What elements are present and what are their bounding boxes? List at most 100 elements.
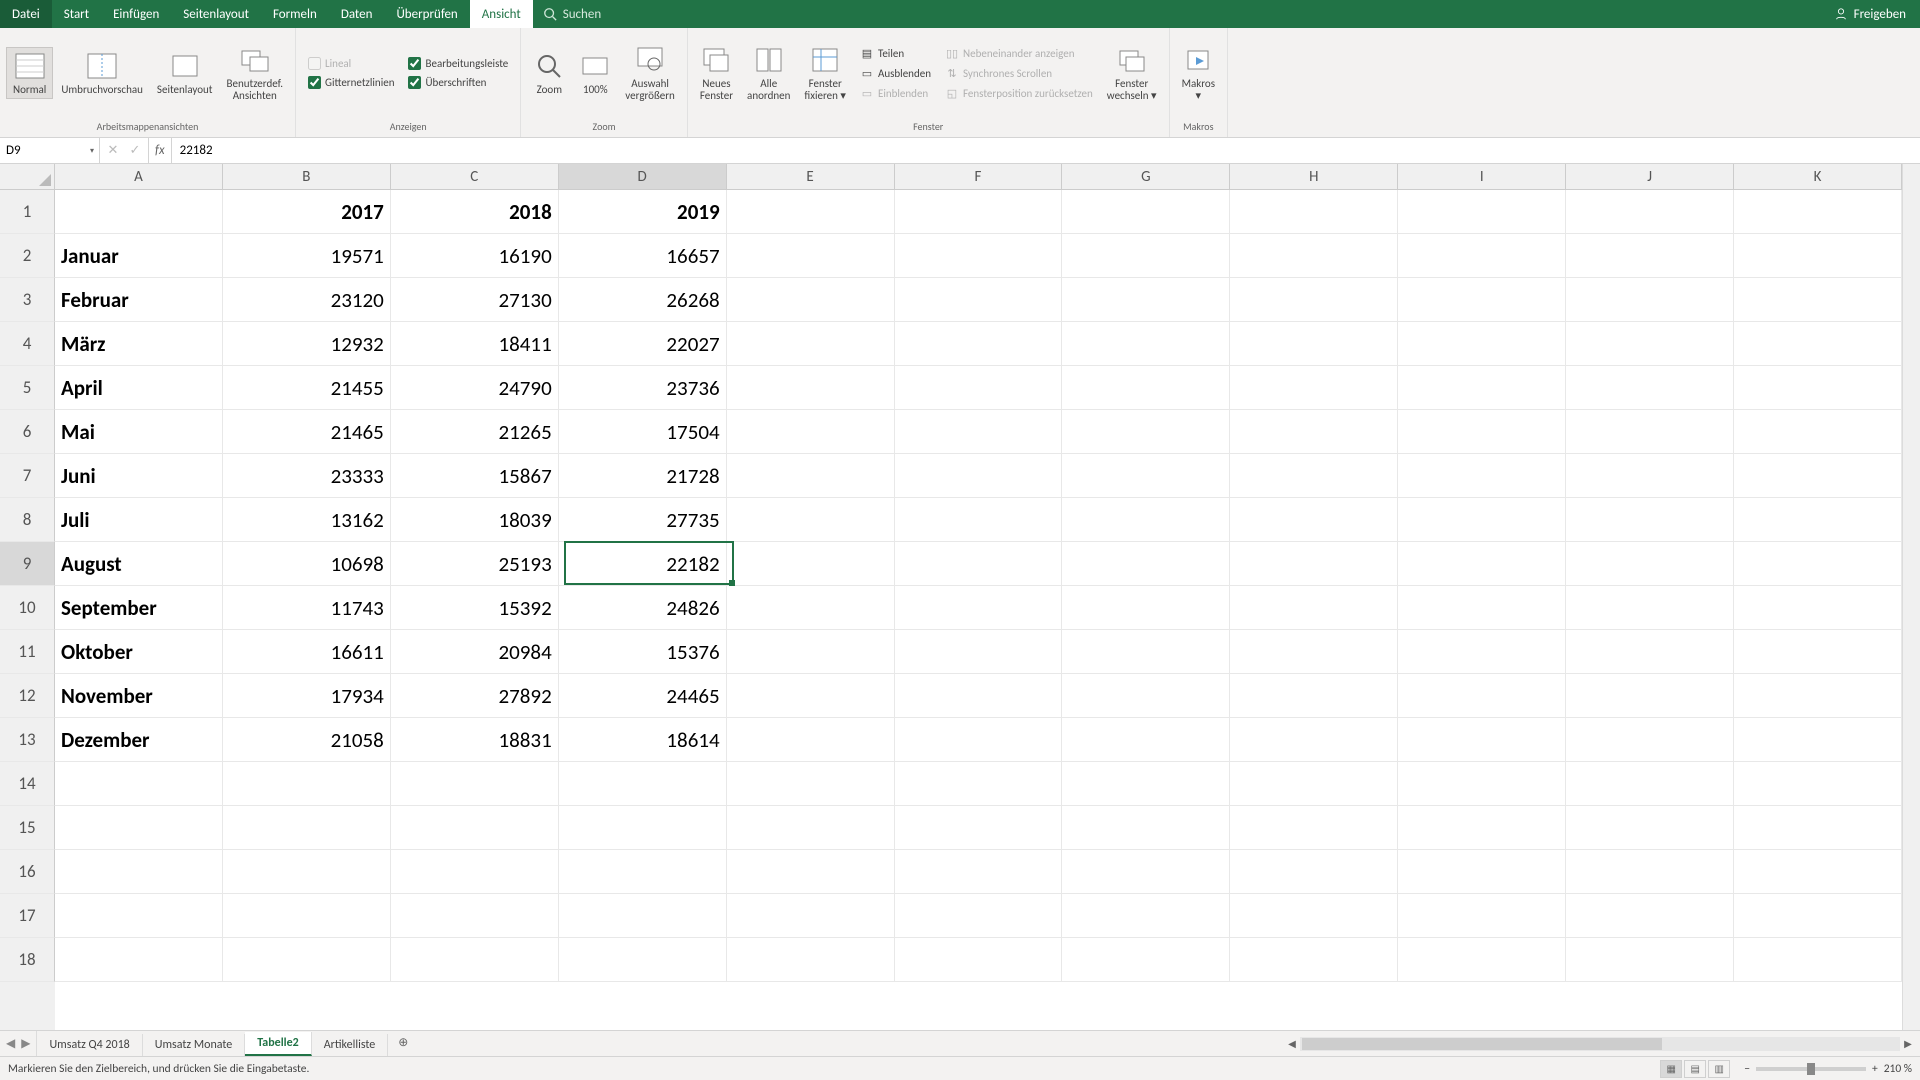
cell-A6[interactable]: Mai [55, 410, 223, 454]
cell-D12[interactable]: 24465 [559, 674, 727, 718]
cell-K10[interactable] [1734, 586, 1902, 630]
chk-formula-bar[interactable]: Bearbeitungsleiste [408, 56, 508, 71]
cell-B12[interactable]: 17934 [223, 674, 391, 718]
cell-F16[interactable] [895, 850, 1063, 894]
btn-arrange-all[interactable]: Alle anordnen [741, 42, 796, 104]
cell-C14[interactable] [391, 762, 559, 806]
cell-E7[interactable] [727, 454, 895, 498]
cell-J9[interactable] [1566, 542, 1734, 586]
cell-B2[interactable]: 19571 [223, 234, 391, 278]
cell-A5[interactable]: April [55, 366, 223, 410]
col-header-H[interactable]: H [1230, 164, 1398, 190]
chk-gridlines[interactable]: Gitternetzlinien [308, 75, 394, 90]
cell-B8[interactable]: 13162 [223, 498, 391, 542]
cell-D15[interactable] [559, 806, 727, 850]
cell-D14[interactable] [559, 762, 727, 806]
cell-H2[interactable] [1230, 234, 1398, 278]
tab-überprüfen[interactable]: Überprüfen [384, 0, 469, 28]
cell-G12[interactable] [1062, 674, 1230, 718]
row-header-8[interactable]: 8 [0, 498, 55, 542]
cell-F11[interactable] [895, 630, 1063, 674]
cell-J15[interactable] [1566, 806, 1734, 850]
cell-C13[interactable]: 18831 [391, 718, 559, 762]
cell-D9[interactable]: 22182 [559, 542, 727, 586]
row-header-2[interactable]: 2 [0, 234, 55, 278]
cell-I11[interactable] [1398, 630, 1566, 674]
row-header-6[interactable]: 6 [0, 410, 55, 454]
cell-G18[interactable] [1062, 938, 1230, 982]
col-header-J[interactable]: J [1566, 164, 1734, 190]
cell-I16[interactable] [1398, 850, 1566, 894]
cell-H5[interactable] [1230, 366, 1398, 410]
cell-J1[interactable] [1566, 190, 1734, 234]
tab-seitenlayout[interactable]: Seitenlayout [171, 0, 261, 28]
cell-J11[interactable] [1566, 630, 1734, 674]
cell-J8[interactable] [1566, 498, 1734, 542]
cell-A14[interactable] [55, 762, 223, 806]
cell-I8[interactable] [1398, 498, 1566, 542]
fx-button[interactable]: fx [149, 138, 172, 163]
cell-A2[interactable]: Januar [55, 234, 223, 278]
cell-F18[interactable] [895, 938, 1063, 982]
cell-G16[interactable] [1062, 850, 1230, 894]
prev-sheet-icon[interactable]: ◀ [6, 1036, 15, 1051]
cell-B11[interactable]: 16611 [223, 630, 391, 674]
view-page-break-icon[interactable]: ▥ [1708, 1060, 1730, 1078]
cell-J3[interactable] [1566, 278, 1734, 322]
cell-K5[interactable] [1734, 366, 1902, 410]
cell-B18[interactable] [223, 938, 391, 982]
btn-zoom-selection[interactable]: Auswahl vergrößern [619, 42, 681, 104]
cell-F15[interactable] [895, 806, 1063, 850]
row-header-17[interactable]: 17 [0, 894, 55, 938]
cell-J16[interactable] [1566, 850, 1734, 894]
cell-A3[interactable]: Februar [55, 278, 223, 322]
cell-G1[interactable] [1062, 190, 1230, 234]
cell-G13[interactable] [1062, 718, 1230, 762]
cell-B7[interactable]: 23333 [223, 454, 391, 498]
cell-I12[interactable] [1398, 674, 1566, 718]
cancel-icon[interactable]: ✕ [104, 143, 122, 158]
cell-K2[interactable] [1734, 234, 1902, 278]
cell-K9[interactable] [1734, 542, 1902, 586]
col-header-F[interactable]: F [895, 164, 1063, 190]
cell-C11[interactable]: 20984 [391, 630, 559, 674]
col-header-E[interactable]: E [727, 164, 895, 190]
cell-K6[interactable] [1734, 410, 1902, 454]
cell-A9[interactable]: August [55, 542, 223, 586]
cell-G5[interactable] [1062, 366, 1230, 410]
cell-I3[interactable] [1398, 278, 1566, 322]
cell-K14[interactable] [1734, 762, 1902, 806]
btn-custom-views[interactable]: Benutzerdef. Ansichten [221, 42, 290, 104]
col-header-D[interactable]: D [559, 164, 727, 190]
cell-G14[interactable] [1062, 762, 1230, 806]
zoom-control[interactable]: − + 210 % [1744, 1062, 1912, 1076]
row-header-7[interactable]: 7 [0, 454, 55, 498]
cell-G6[interactable] [1062, 410, 1230, 454]
cell-B10[interactable]: 11743 [223, 586, 391, 630]
cell-J6[interactable] [1566, 410, 1734, 454]
cell-F8[interactable] [895, 498, 1063, 542]
cell-D6[interactable]: 17504 [559, 410, 727, 454]
cell-E16[interactable] [727, 850, 895, 894]
cell-E1[interactable] [727, 190, 895, 234]
cell-C17[interactable] [391, 894, 559, 938]
cell-B17[interactable] [223, 894, 391, 938]
btn-macros[interactable]: Makros ▾ [1176, 42, 1221, 104]
col-header-B[interactable]: B [223, 164, 391, 190]
col-header-G[interactable]: G [1062, 164, 1230, 190]
cell-I7[interactable] [1398, 454, 1566, 498]
name-box[interactable]: D9 [0, 138, 100, 163]
tab-file[interactable]: Datei [0, 0, 52, 28]
horizontal-scrollbar[interactable]: ◀▶ [1280, 1031, 1920, 1056]
cell-H8[interactable] [1230, 498, 1398, 542]
col-header-C[interactable]: C [391, 164, 559, 190]
row-header-16[interactable]: 16 [0, 850, 55, 894]
cell-A16[interactable] [55, 850, 223, 894]
tab-ansicht[interactable]: Ansicht [470, 0, 533, 28]
cell-B13[interactable]: 21058 [223, 718, 391, 762]
btn-page-break-preview[interactable]: Umbruchvorschau [55, 48, 149, 98]
cell-J13[interactable] [1566, 718, 1734, 762]
cell-A4[interactable]: März [55, 322, 223, 366]
cell-K16[interactable] [1734, 850, 1902, 894]
cell-D10[interactable]: 24826 [559, 586, 727, 630]
